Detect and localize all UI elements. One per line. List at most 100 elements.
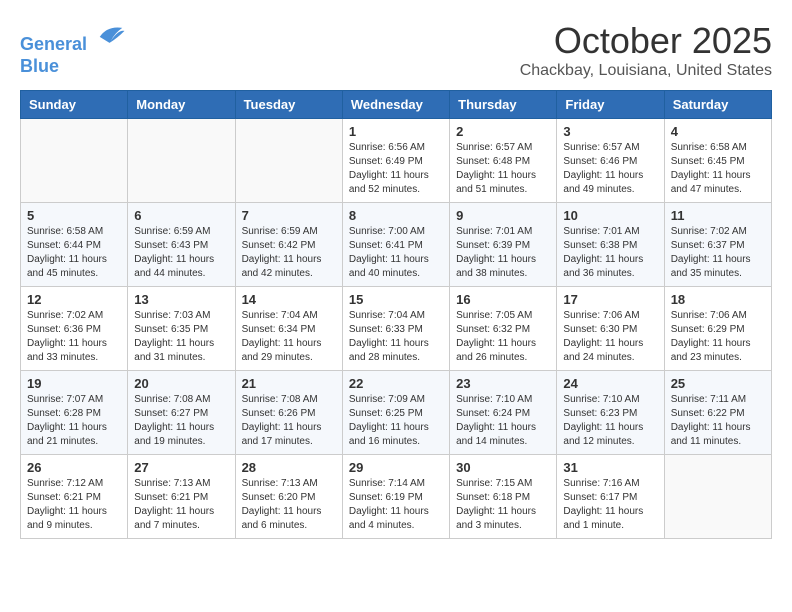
day-info: Sunrise: 7:13 AM Sunset: 6:20 PM Dayligh…	[242, 477, 336, 533]
day-of-week-header: Friday	[557, 91, 664, 119]
calendar-cell: 4 Sunrise: 6:58 AM Sunset: 6:45 PM Daylig…	[664, 119, 771, 203]
day-info: Sunrise: 6:57 AM Sunset: 6:48 PM Dayligh…	[456, 141, 550, 197]
day-number: 6	[134, 208, 228, 223]
day-number: 11	[671, 208, 765, 223]
calendar-cell: 2 Sunrise: 6:57 AM Sunset: 6:48 PM Daylig…	[450, 119, 557, 203]
day-info: Sunrise: 6:57 AM Sunset: 6:46 PM Dayligh…	[563, 141, 657, 197]
day-info: Sunrise: 7:03 AM Sunset: 6:35 PM Dayligh…	[134, 309, 228, 365]
calendar-cell: 19 Sunrise: 7:07 AM Sunset: 6:28 PM Dayli…	[21, 371, 128, 455]
day-info: Sunrise: 7:14 AM Sunset: 6:19 PM Dayligh…	[349, 477, 443, 533]
day-number: 1	[349, 124, 443, 139]
calendar-cell	[664, 455, 771, 539]
day-number: 16	[456, 292, 550, 307]
calendar-cell: 23Sunrise: 7:10 AM Sunset: 6:24 PM Dayli…	[450, 371, 557, 455]
calendar-cell: 26 Sunrise: 7:12 AM Sunset: 6:21 PM Dayli…	[21, 455, 128, 539]
day-info: Sunrise: 7:02 AM Sunset: 6:36 PM Dayligh…	[27, 309, 121, 365]
day-info: Sunrise: 7:11 AM Sunset: 6:22 PM Dayligh…	[671, 393, 765, 449]
day-number: 22	[349, 376, 443, 391]
day-number: 26	[27, 460, 121, 475]
calendar-cell: 8 Sunrise: 7:00 AM Sunset: 6:41 PM Daylig…	[342, 203, 449, 287]
day-info: Sunrise: 6:59 AM Sunset: 6:43 PM Dayligh…	[134, 225, 228, 281]
day-info: Sunrise: 6:58 AM Sunset: 6:44 PM Dayligh…	[27, 225, 121, 281]
calendar-cell: 18 Sunrise: 7:06 AM Sunset: 6:29 PM Dayli…	[664, 287, 771, 371]
day-number: 4	[671, 124, 765, 139]
calendar-cell: 29 Sunrise: 7:14 AM Sunset: 6:19 PM Dayli…	[342, 455, 449, 539]
day-number: 8	[349, 208, 443, 223]
day-info: Sunrise: 7:10 AM Sunset: 6:24 PM Dayligh…	[456, 393, 550, 449]
calendar-cell: 28Sunrise: 7:13 AM Sunset: 6:20 PM Dayli…	[235, 455, 342, 539]
day-number: 7	[242, 208, 336, 223]
day-info: Sunrise: 7:13 AM Sunset: 6:21 PM Dayligh…	[134, 477, 228, 533]
day-number: 9	[456, 208, 550, 223]
calendar-header-row: SundayMondayTuesdayWednesdayThursdayFrid…	[21, 91, 772, 119]
day-info: Sunrise: 6:58 AM Sunset: 6:45 PM Dayligh…	[671, 141, 765, 197]
day-info: Sunrise: 7:04 AM Sunset: 6:33 PM Dayligh…	[349, 309, 443, 365]
calendar-week-row: 26 Sunrise: 7:12 AM Sunset: 6:21 PM Dayli…	[21, 455, 772, 539]
day-info: Sunrise: 7:07 AM Sunset: 6:28 PM Dayligh…	[27, 393, 121, 449]
calendar-table: SundayMondayTuesdayWednesdayThursdayFrid…	[20, 90, 772, 539]
day-info: Sunrise: 6:59 AM Sunset: 6:42 PM Dayligh…	[242, 225, 336, 281]
calendar-cell: 14 Sunrise: 7:04 AM Sunset: 6:34 PM Dayli…	[235, 287, 342, 371]
day-number: 15	[349, 292, 443, 307]
day-info: Sunrise: 6:56 AM Sunset: 6:49 PM Dayligh…	[349, 141, 443, 197]
day-number: 18	[671, 292, 765, 307]
calendar-cell: 3 Sunrise: 6:57 AM Sunset: 6:46 PM Daylig…	[557, 119, 664, 203]
day-info: Sunrise: 7:01 AM Sunset: 6:39 PM Dayligh…	[456, 225, 550, 281]
day-info: Sunrise: 7:06 AM Sunset: 6:30 PM Dayligh…	[563, 309, 657, 365]
day-number: 29	[349, 460, 443, 475]
day-number: 19	[27, 376, 121, 391]
day-number: 20	[134, 376, 228, 391]
calendar-cell: 15 Sunrise: 7:04 AM Sunset: 6:33 PM Dayli…	[342, 287, 449, 371]
day-info: Sunrise: 7:08 AM Sunset: 6:26 PM Dayligh…	[242, 393, 336, 449]
day-info: Sunrise: 7:12 AM Sunset: 6:21 PM Dayligh…	[27, 477, 121, 533]
day-number: 3	[563, 124, 657, 139]
day-info: Sunrise: 7:04 AM Sunset: 6:34 PM Dayligh…	[242, 309, 336, 365]
calendar-cell: 16Sunrise: 7:05 AM Sunset: 6:32 PM Dayli…	[450, 287, 557, 371]
day-info: Sunrise: 7:08 AM Sunset: 6:27 PM Dayligh…	[134, 393, 228, 449]
calendar-cell: 30Sunrise: 7:15 AM Sunset: 6:18 PM Dayli…	[450, 455, 557, 539]
day-info: Sunrise: 7:00 AM Sunset: 6:41 PM Dayligh…	[349, 225, 443, 281]
calendar-week-row: 12Sunrise: 7:02 AM Sunset: 6:36 PM Dayli…	[21, 287, 772, 371]
calendar-cell: 6 Sunrise: 6:59 AM Sunset: 6:43 PM Daylig…	[128, 203, 235, 287]
day-number: 17	[563, 292, 657, 307]
day-number: 5	[27, 208, 121, 223]
day-info: Sunrise: 7:02 AM Sunset: 6:37 PM Dayligh…	[671, 225, 765, 281]
calendar-cell: 22Sunrise: 7:09 AM Sunset: 6:25 PM Dayli…	[342, 371, 449, 455]
day-number: 27	[134, 460, 228, 475]
day-number: 25	[671, 376, 765, 391]
calendar-cell: 7 Sunrise: 6:59 AM Sunset: 6:42 PM Daylig…	[235, 203, 342, 287]
day-info: Sunrise: 7:06 AM Sunset: 6:29 PM Dayligh…	[671, 309, 765, 365]
calendar-cell: 12Sunrise: 7:02 AM Sunset: 6:36 PM Dayli…	[21, 287, 128, 371]
calendar-cell: 11 Sunrise: 7:02 AM Sunset: 6:37 PM Dayli…	[664, 203, 771, 287]
day-of-week-header: Tuesday	[235, 91, 342, 119]
calendar-cell: 10 Sunrise: 7:01 AM Sunset: 6:38 PM Dayli…	[557, 203, 664, 287]
day-of-week-header: Wednesday	[342, 91, 449, 119]
day-of-week-header: Saturday	[664, 91, 771, 119]
day-of-week-header: Thursday	[450, 91, 557, 119]
day-number: 31	[563, 460, 657, 475]
day-number: 14	[242, 292, 336, 307]
day-info: Sunrise: 7:01 AM Sunset: 6:38 PM Dayligh…	[563, 225, 657, 281]
day-number: 21	[242, 376, 336, 391]
calendar-cell: 31Sunrise: 7:16 AM Sunset: 6:17 PM Dayli…	[557, 455, 664, 539]
day-number: 24	[563, 376, 657, 391]
month-title: October 2025	[520, 20, 772, 62]
day-of-week-header: Sunday	[21, 91, 128, 119]
day-number: 13	[134, 292, 228, 307]
page-header: General Blue October 2025 Chackbay, Loui…	[20, 20, 772, 80]
day-number: 2	[456, 124, 550, 139]
logo-bird-icon	[96, 20, 126, 50]
calendar-cell	[128, 119, 235, 203]
calendar-cell	[21, 119, 128, 203]
title-block: October 2025 Chackbay, Louisiana, United…	[520, 20, 772, 80]
calendar-cell: 1 Sunrise: 6:56 AM Sunset: 6:49 PM Daylig…	[342, 119, 449, 203]
calendar-cell: 9 Sunrise: 7:01 AM Sunset: 6:39 PM Daylig…	[450, 203, 557, 287]
calendar-cell: 5 Sunrise: 6:58 AM Sunset: 6:44 PM Daylig…	[21, 203, 128, 287]
calendar-cell: 17 Sunrise: 7:06 AM Sunset: 6:30 PM Dayli…	[557, 287, 664, 371]
calendar-cell: 24Sunrise: 7:10 AM Sunset: 6:23 PM Dayli…	[557, 371, 664, 455]
day-number: 10	[563, 208, 657, 223]
calendar-cell: 13 Sunrise: 7:03 AM Sunset: 6:35 PM Dayli…	[128, 287, 235, 371]
calendar-week-row: 5 Sunrise: 6:58 AM Sunset: 6:44 PM Daylig…	[21, 203, 772, 287]
calendar-week-row: 19 Sunrise: 7:07 AM Sunset: 6:28 PM Dayli…	[21, 371, 772, 455]
calendar-cell: 25 Sunrise: 7:11 AM Sunset: 6:22 PM Dayli…	[664, 371, 771, 455]
